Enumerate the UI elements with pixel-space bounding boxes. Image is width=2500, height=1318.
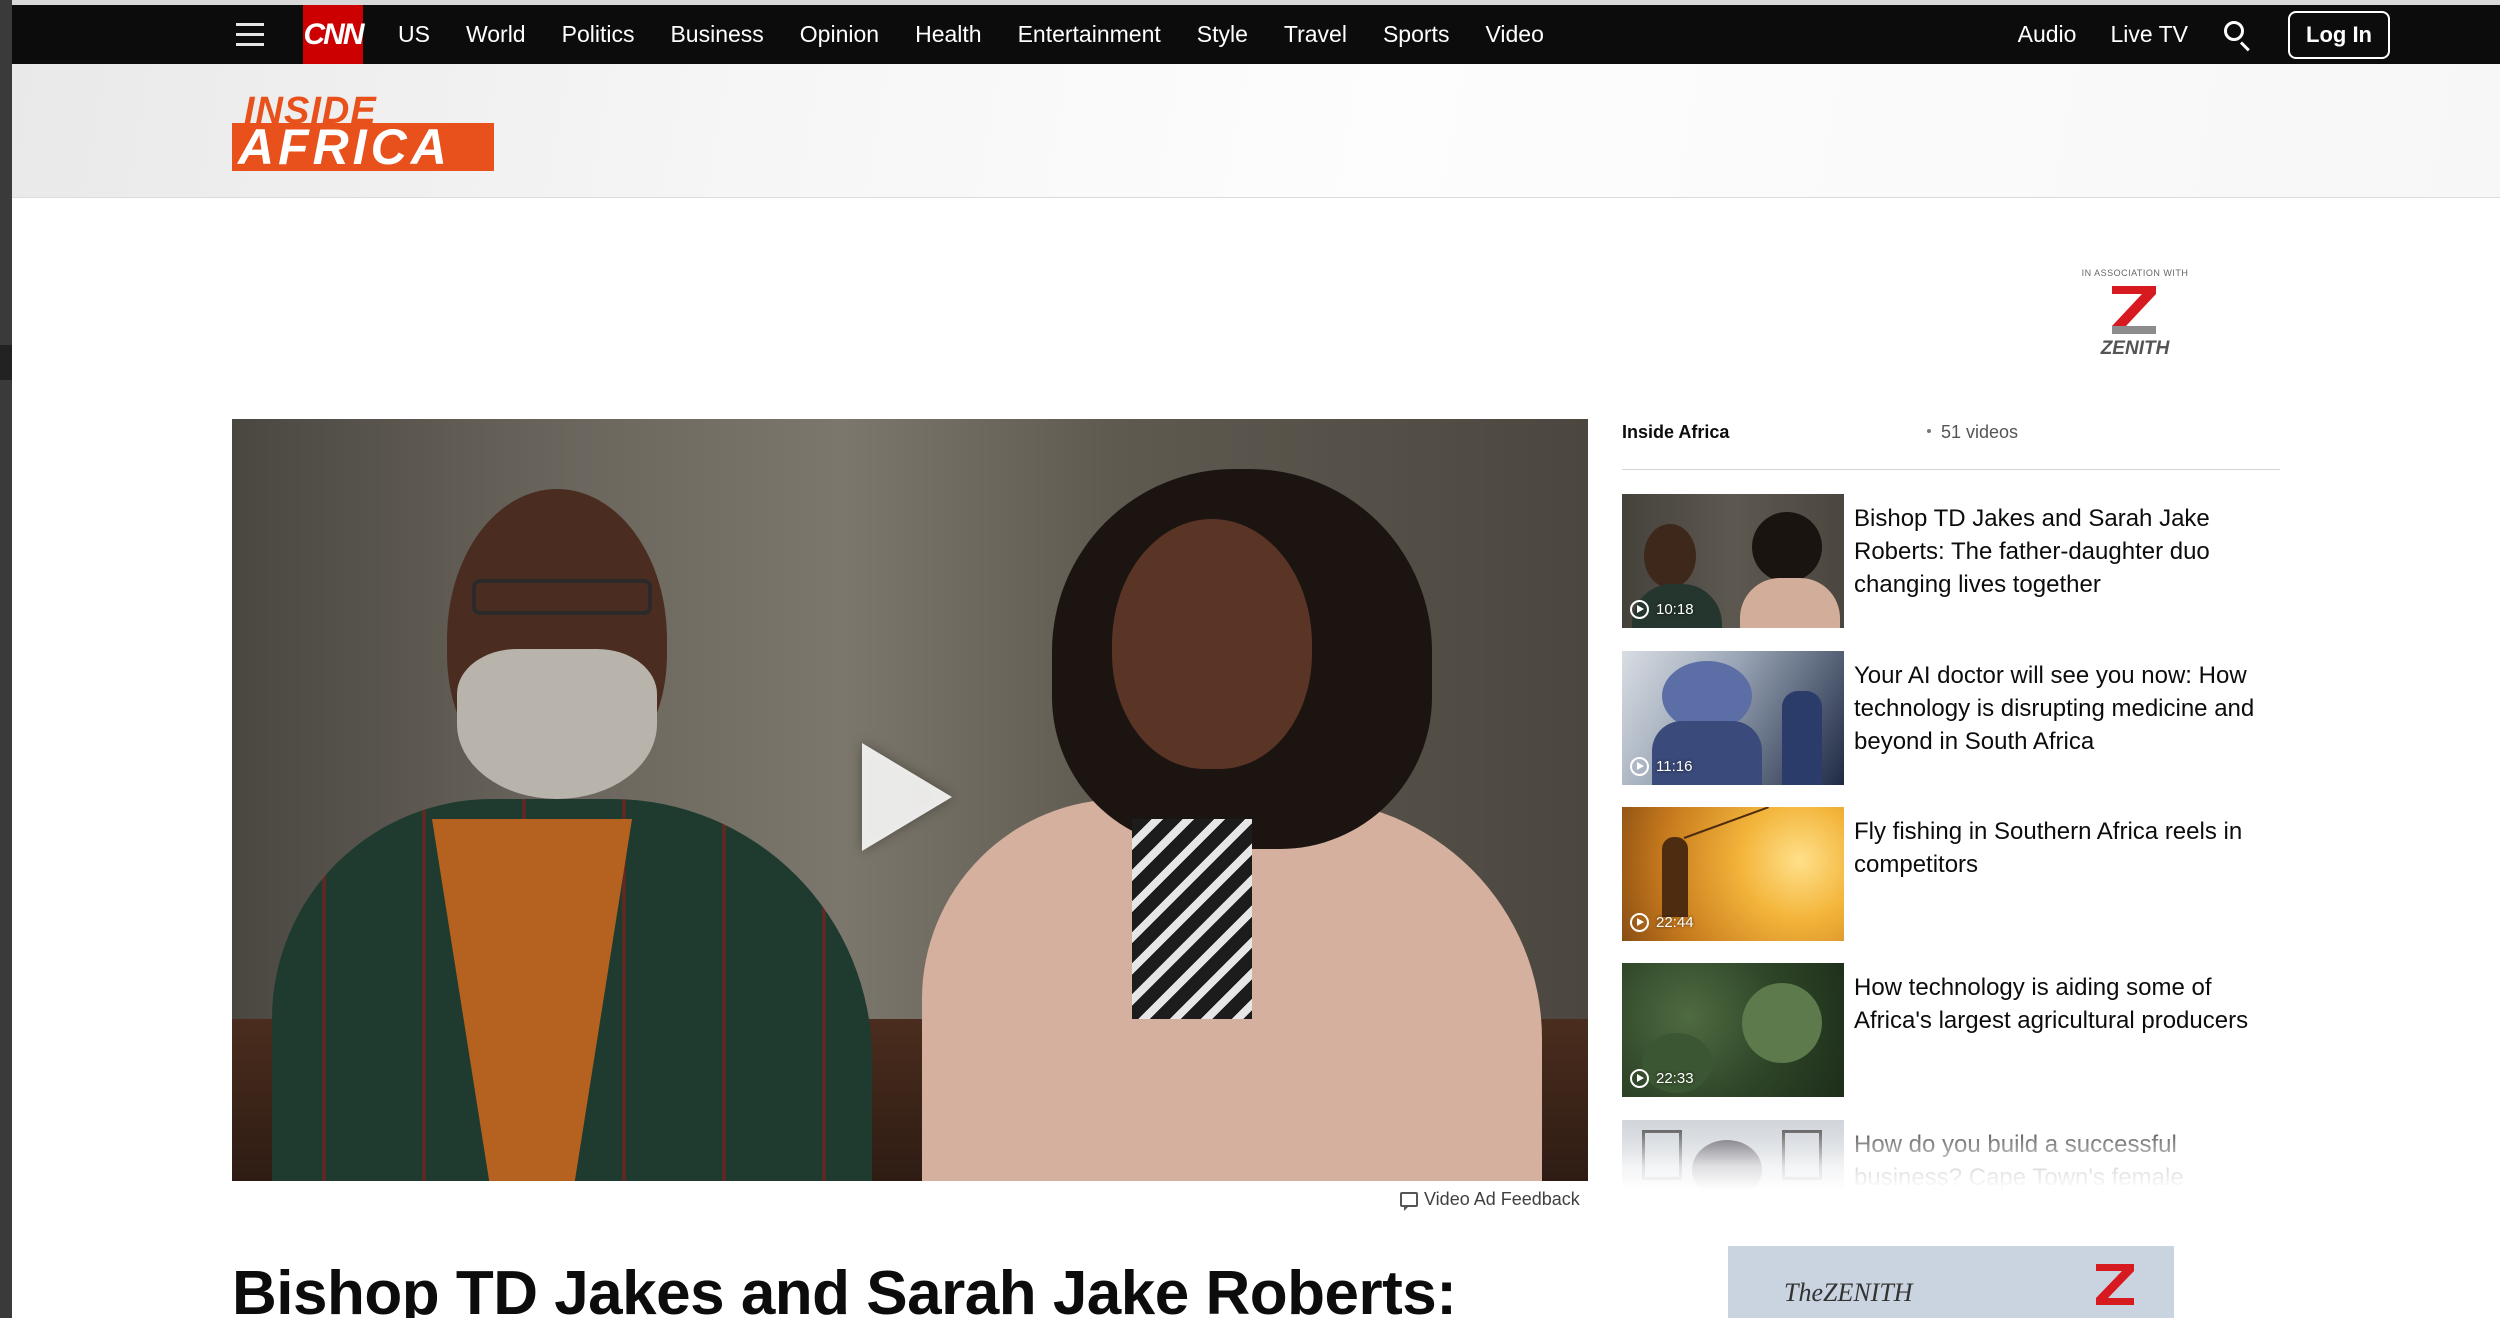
nav-link-audio[interactable]: Audio: [2018, 21, 2077, 48]
video-thumbnail[interactable]: 22:44: [1622, 807, 1844, 941]
search-icon[interactable]: [2222, 19, 2254, 51]
page-title: Bishop TD Jakes and Sarah Jake Roberts:: [232, 1259, 1457, 1318]
video-duration-label: 10:18: [1656, 600, 1694, 618]
nav-link-business[interactable]: Business: [670, 21, 763, 48]
nav-link-sports[interactable]: Sports: [1383, 21, 1449, 48]
video-player[interactable]: [232, 419, 1588, 1181]
nav-link-health[interactable]: Health: [915, 21, 981, 48]
nav-right: Audio Live TV Log In: [2018, 5, 2390, 64]
video-duration: 10:18: [1630, 598, 1694, 620]
video-ad-feedback-link[interactable]: Video Ad Feedback: [1400, 1188, 1580, 1211]
advertisement[interactable]: TheZENITH: [1728, 1246, 2174, 1318]
sponsor-label: IN ASSOCIATION WITH: [2081, 268, 2189, 278]
video-title[interactable]: Bishop TD Jakes and Sarah Jake Roberts: …: [1854, 502, 2282, 601]
nav-link-us[interactable]: US: [398, 21, 430, 48]
section-header: INSIDE AFRICA: [12, 64, 2500, 198]
cnn-logo[interactable]: CNN: [303, 5, 365, 64]
video-duration: 11:16: [1630, 755, 1692, 777]
inside-africa-logo[interactable]: INSIDE AFRICA: [232, 90, 502, 176]
browser-left-edge: [0, 0, 12, 1318]
video-frame-person-left-glasses: [472, 579, 652, 615]
play-circle-icon: [1630, 756, 1649, 776]
top-nav: CNN US World Politics Business Opinion H…: [12, 5, 2500, 64]
playlist-title[interactable]: Inside Africa: [1622, 422, 1729, 443]
play-circle-icon: [1630, 912, 1649, 932]
playlist-item[interactable]: 11:16 Your AI doctor will see you now: H…: [1622, 651, 2282, 787]
ad-brand-text: TheZENITH: [1784, 1278, 1913, 1307]
video-ad-feedback-label: Video Ad Feedback: [1424, 1188, 1580, 1209]
video-thumbnail[interactable]: 10:18: [1622, 494, 1844, 628]
video-frame-person-left-beard: [457, 649, 657, 799]
nav-link-live-tv[interactable]: Live TV: [2110, 21, 2188, 48]
playlist: 10:18 Bishop TD Jakes and Sarah Jake Rob…: [1622, 494, 2282, 1190]
playlist-item[interactable]: 22:44 Fly fishing in Southern Africa ree…: [1622, 807, 2282, 943]
video-duration-label: 11:16: [1656, 757, 1693, 775]
logo-bottom-text: AFRICA: [232, 123, 494, 171]
nav-link-politics[interactable]: Politics: [562, 21, 635, 48]
nav-link-style[interactable]: Style: [1197, 21, 1248, 48]
nav-link-video[interactable]: Video: [1485, 21, 1543, 48]
playlist-item[interactable]: 10:18 Bishop TD Jakes and Sarah Jake Rob…: [1622, 494, 2282, 630]
window-edge-handle[interactable]: [0, 345, 12, 380]
sponsor-name: ZENITH: [2100, 338, 2170, 359]
login-button[interactable]: Log In: [2288, 10, 2390, 59]
video-title[interactable]: How do you build a successful business? …: [1854, 1128, 2282, 1190]
play-circle-icon: [1630, 599, 1649, 619]
nav-link-travel[interactable]: Travel: [1284, 21, 1347, 48]
playlist-count: 51 videos: [1927, 422, 2018, 443]
video-frame-person-right-face: [1112, 519, 1312, 769]
bullet-icon: [1927, 429, 1931, 434]
video-duration-label: 22:44: [1656, 913, 1694, 931]
nav-link-opinion[interactable]: Opinion: [800, 21, 879, 48]
menu-icon[interactable]: [236, 21, 266, 47]
play-icon[interactable]: [862, 743, 952, 851]
video-title[interactable]: How technology is aiding some of Africa'…: [1854, 971, 2282, 1037]
nav-link-world[interactable]: World: [466, 21, 526, 48]
video-frame-person-right-top: [1132, 819, 1252, 1019]
playlist-count-label: 51 videos: [1941, 422, 2019, 442]
video-title[interactable]: Your AI doctor will see you now: How tec…: [1854, 659, 2282, 758]
playlist-header: Inside Africa 51 videos: [1622, 418, 2280, 470]
feedback-icon: [1400, 1191, 1418, 1211]
video-thumbnail[interactable]: 22:33: [1622, 963, 1844, 1097]
video-thumbnail[interactable]: [1622, 1120, 1844, 1190]
nav-links: US World Politics Business Opinion Healt…: [398, 5, 1580, 64]
video-thumbnail[interactable]: 11:16: [1622, 651, 1844, 785]
video-duration: 22:44: [1630, 911, 1694, 933]
playlist-item[interactable]: How do you build a successful business? …: [1622, 1120, 2282, 1190]
video-duration: 22:33: [1630, 1067, 1694, 1089]
video-title[interactable]: Fly fishing in Southern Africa reels in …: [1854, 815, 2282, 881]
video-duration-label: 22:33: [1656, 1069, 1694, 1087]
sponsor-logo[interactable]: IN ASSOCIATION WITH ZENITH: [2072, 268, 2198, 364]
nav-link-entertainment[interactable]: Entertainment: [1018, 21, 1161, 48]
zenith-z-icon: [2112, 286, 2156, 334]
play-circle-icon: [1630, 1068, 1649, 1088]
zenith-z-icon: [2096, 1264, 2134, 1305]
playlist-item[interactable]: 22:33 How technology is aiding some of A…: [1622, 963, 2282, 1099]
